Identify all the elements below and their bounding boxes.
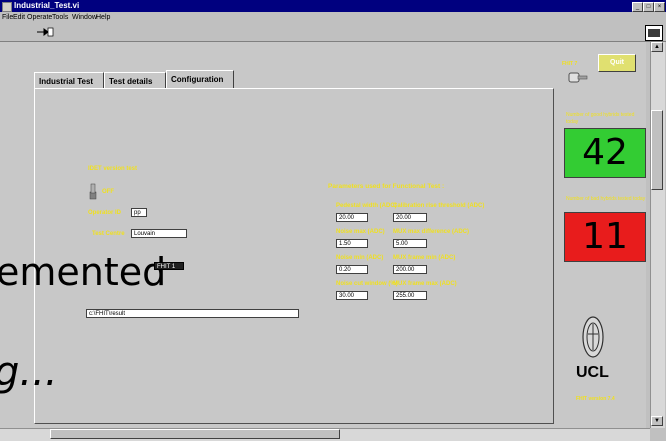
- idet-toggle-value: OFF: [102, 189, 114, 195]
- param-noise-max-label: Noise max (ADC): [336, 229, 385, 235]
- param-mux-max-diff-label: MUX max difference (ADC): [393, 229, 470, 235]
- result-tag: FHIT 1: [154, 262, 184, 270]
- run-arrow-icon[interactable]: [36, 26, 54, 38]
- ucl-logo-text: UCL: [576, 364, 609, 381]
- slide-overlay-line1: emented: [0, 250, 167, 294]
- tab-test-details[interactable]: Test details: [104, 72, 166, 88]
- menu-operate[interactable]: Operate: [27, 12, 52, 23]
- maximize-button[interactable]: □: [643, 2, 654, 12]
- param-pedestal-width-field[interactable]: 20.00: [336, 213, 368, 222]
- scroll-up-button[interactable]: ▲: [651, 42, 663, 52]
- menu-window[interactable]: Window: [72, 12, 97, 23]
- good-hybrids-counter: 42: [564, 128, 646, 178]
- param-noise-cut-field[interactable]: 30.00: [336, 291, 368, 300]
- operator-label: Operator ID: [88, 210, 122, 216]
- key-icon[interactable]: [567, 70, 589, 86]
- bad-hybrids-counter: 11: [564, 212, 646, 262]
- menu-file[interactable]: File: [2, 12, 13, 23]
- quit-button[interactable]: Quit: [598, 54, 636, 72]
- operator-id-field[interactable]: pp: [131, 208, 147, 217]
- param-noise-max-field[interactable]: 1.50: [336, 239, 368, 248]
- param-mux-frame-min-field[interactable]: 200.00: [393, 265, 427, 274]
- param-calibration-rise-field[interactable]: 20.00: [393, 213, 427, 222]
- minimize-button[interactable]: _: [632, 2, 643, 12]
- horizontal-scroll-thumb[interactable]: [50, 429, 340, 439]
- close-button[interactable]: ×: [654, 2, 665, 12]
- param-noise-cut-label: Noise cut window (%): [336, 281, 398, 287]
- vertical-scroll-thumb[interactable]: [651, 110, 663, 190]
- param-pedestal-width-label: Pedestal width (ADC): [336, 203, 397, 209]
- toolbar: [0, 23, 666, 42]
- fhit-label: FHIT 7: [562, 61, 578, 67]
- labview-icon: [2, 2, 12, 12]
- bad-counter-label: Number of bad hybrids tested today: [566, 196, 646, 202]
- test-centre-label: Test Centre: [92, 231, 125, 237]
- scroll-down-button[interactable]: ▼: [651, 416, 663, 426]
- idet-toggle-switch[interactable]: [88, 182, 98, 200]
- window-title: Industrial_Test.vi: [14, 1, 80, 10]
- param-noise-min-field[interactable]: 0.20: [336, 265, 368, 274]
- result-folder-field[interactable]: c:\FHIT\result: [86, 309, 299, 318]
- ucl-crest-icon: [582, 316, 604, 358]
- param-mux-frame-max-label: MUX frame max (ADC): [393, 281, 457, 287]
- params-title: Parameters used for Functional Test :: [328, 183, 445, 190]
- vertical-scrollbar[interactable]: [650, 42, 665, 428]
- tab-configuration[interactable]: Configuration: [166, 70, 234, 88]
- param-calibration-rise-label: Calibration rise threshold (ADC): [393, 203, 485, 209]
- param-mux-max-diff-field[interactable]: 5.00: [393, 239, 427, 248]
- menu-bar: File Edit Operate Tools Window Help: [0, 12, 666, 23]
- title-bar: Industrial_Test.vi _ □ ×: [0, 0, 666, 12]
- tab-industrial-test[interactable]: Industrial Test: [34, 72, 104, 88]
- menu-tools[interactable]: Tools: [52, 12, 68, 23]
- good-counter-label: Number of good hybrids tested today: [566, 112, 635, 125]
- test-centre-field[interactable]: Louvain: [131, 229, 187, 238]
- idet-label: IDET version test: [88, 166, 138, 172]
- vi-icon: [645, 25, 663, 41]
- param-noise-min-label: Noise min (ADC): [336, 255, 384, 261]
- menu-edit[interactable]: Edit: [13, 12, 25, 23]
- menu-help[interactable]: Help: [96, 12, 110, 23]
- version-label: FHIT version 7.4: [576, 396, 615, 402]
- param-mux-frame-min-label: MUX frame min (ADC): [393, 255, 456, 261]
- param-mux-frame-max-field[interactable]: 255.00: [393, 291, 427, 300]
- slide-overlay-line2: g...: [0, 349, 58, 395]
